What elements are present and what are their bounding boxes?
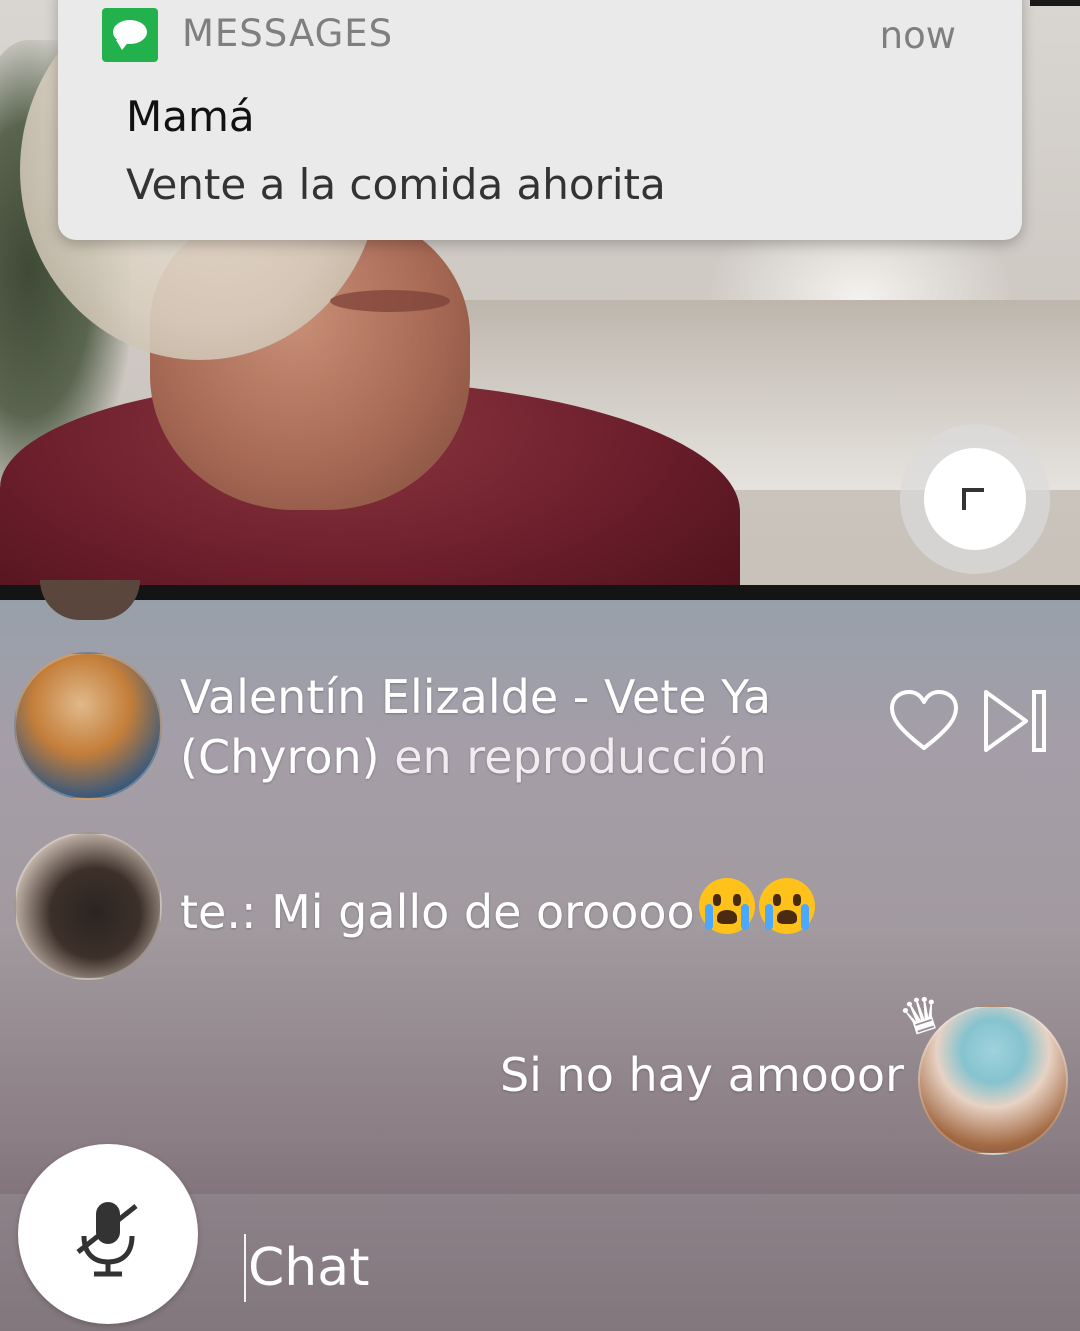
messages-icon-tail: [116, 40, 130, 50]
minimize-icon: [962, 488, 984, 510]
my-chat-message: Si no hay amooor: [499, 1048, 904, 1102]
status-bar-edge: [1030, 0, 1080, 6]
song-artist: (Chyron): [180, 730, 380, 784]
song-avatar[interactable]: [14, 652, 162, 800]
message-text: Mi gallo de oroooo: [271, 885, 695, 939]
minimize-video-button[interactable]: [900, 424, 1050, 574]
heart-icon[interactable]: [888, 688, 960, 754]
partial-avatar: [40, 580, 140, 620]
song-subtitle: (Chyron) en reproducción: [180, 730, 767, 784]
crying-emoji: [698, 878, 755, 934]
chat-message: te.: Mi gallo de oroooo: [180, 878, 815, 939]
mic-off-icon: [76, 1202, 138, 1277]
chat-panel: Valentín Elizalde - Vete Ya (Chyron) en …: [0, 580, 1080, 1331]
message-sender: te.: [180, 885, 241, 939]
mic-button[interactable]: [18, 1144, 198, 1324]
skip-next-icon[interactable]: [980, 686, 1050, 756]
notification-time: now: [879, 14, 956, 57]
video-person-mouth: [330, 290, 450, 312]
message-separator: :: [240, 885, 257, 939]
chat-input[interactable]: [244, 1234, 1030, 1302]
notification-app-name: MESSAGES: [182, 12, 394, 55]
notification-message: Vente a la comida ahorita: [126, 160, 666, 209]
user-avatar-te[interactable]: [14, 832, 162, 980]
song-status: en reproducción: [394, 730, 767, 784]
messages-icon: [102, 8, 158, 62]
song-title: Valentín Elizalde - Vete Ya: [180, 670, 772, 724]
crying-emoji: [758, 878, 815, 934]
notification-sender: Mamá: [126, 92, 255, 141]
message-notification[interactable]: MESSAGES now Mamá Vente a la comida ahor…: [58, 0, 1022, 240]
minimize-button-inner: [924, 448, 1026, 550]
video-bottom-edge: [0, 585, 1080, 600]
